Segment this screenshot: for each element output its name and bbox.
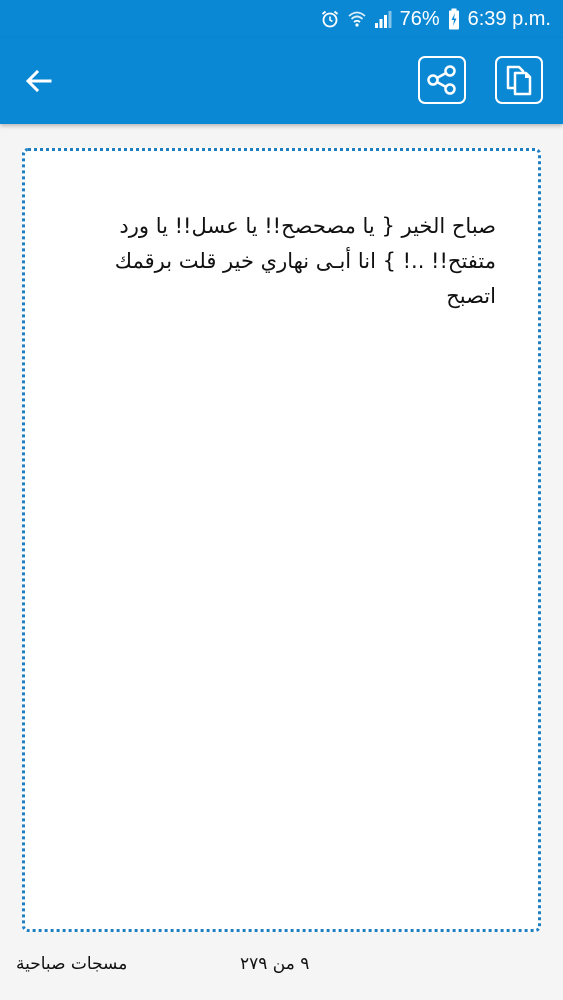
battery-charging-icon bbox=[448, 8, 460, 30]
message-counter: ٩ من ٢٧٩ bbox=[240, 954, 310, 974]
message-card: صباح الخير { يا مصحصح!! يا عسل!! يا ورد … bbox=[22, 148, 541, 932]
signal-icon bbox=[374, 9, 392, 29]
back-button[interactable] bbox=[16, 58, 62, 104]
share-button[interactable] bbox=[418, 56, 466, 104]
footer: مسجات صباحية ٩ من ٢٧٩ bbox=[0, 944, 563, 988]
battery-percent: 76% bbox=[399, 8, 440, 30]
copy-icon bbox=[506, 65, 532, 96]
alarm-icon bbox=[320, 9, 340, 29]
share-icon bbox=[427, 65, 456, 95]
category-label: مسجات صباحية bbox=[16, 954, 128, 974]
copy-button[interactable] bbox=[495, 56, 543, 104]
status-icons: 76% 6:39 p.m. bbox=[320, 6, 551, 32]
app-bar bbox=[0, 38, 563, 124]
status-bar: 76% 6:39 p.m. bbox=[0, 0, 563, 38]
wifi-icon bbox=[347, 9, 366, 29]
clock: 6:39 p.m. bbox=[467, 8, 551, 30]
message-text[interactable]: صباح الخير { يا مصحصح!! يا عسل!! يا ورد … bbox=[61, 209, 496, 314]
back-arrow-icon bbox=[25, 69, 52, 93]
